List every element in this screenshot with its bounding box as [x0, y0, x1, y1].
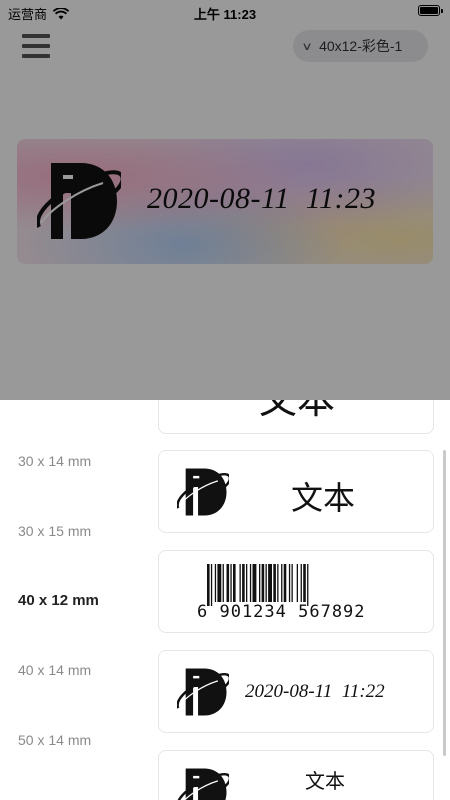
editor-area: 运营商 上午 11:23 ∨ 40x12-彩色-1 2020-08-11 11:…: [0, 0, 450, 400]
size-item[interactable]: 40 x 14 mm: [18, 662, 91, 678]
scrollbar[interactable]: [443, 450, 446, 756]
size-item-selected[interactable]: 40 x 12 mm: [18, 592, 99, 609]
template-card[interactable]: 文本: [158, 400, 434, 434]
size-item[interactable]: 30 x 14 mm: [18, 453, 91, 469]
template-card[interactable]: 文本: [158, 750, 434, 800]
dim-overlay[interactable]: [0, 0, 450, 400]
size-item[interactable]: 30 x 15 mm: [18, 523, 91, 539]
template-text: 文本: [291, 480, 356, 516]
size-item[interactable]: 50 x 14 mm: [18, 732, 91, 748]
logo-icon: [177, 768, 229, 800]
logo-icon: [177, 668, 229, 716]
template-card-barcode[interactable]: 6 901234 567892: [158, 550, 434, 633]
template-card[interactable]: 文本: [158, 450, 434, 533]
template-text: 文本: [305, 771, 345, 793]
template-sheet: 30 x 14 mm 30 x 15 mm 40 x 12 mm 40 x 14…: [0, 400, 450, 800]
barcode-icon: [207, 564, 309, 606]
barcode-digits: 6 901234 567892: [197, 602, 366, 622]
template-text: 文本: [259, 400, 336, 422]
logo-icon: [177, 468, 229, 516]
size-list: 30 x 14 mm 30 x 15 mm 40 x 12 mm 40 x 14…: [0, 400, 150, 800]
template-datetime: 2020-08-11 11:22: [245, 681, 385, 702]
app-screen: 运营商 上午 11:23 ∨ 40x12-彩色-1 2020-08-11 11:…: [0, 0, 450, 800]
template-card[interactable]: 2020-08-11 11:22: [158, 650, 434, 733]
